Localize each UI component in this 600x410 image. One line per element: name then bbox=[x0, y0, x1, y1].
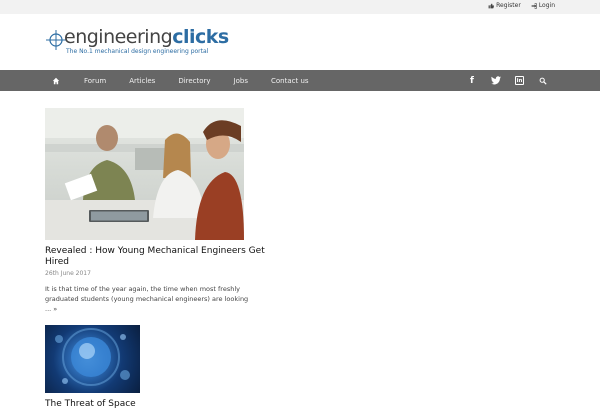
nav-item-articles[interactable]: Articles bbox=[129, 77, 155, 85]
home-icon bbox=[52, 77, 60, 84]
home-nav-button[interactable] bbox=[52, 77, 60, 85]
article-image[interactable] bbox=[45, 325, 140, 393]
nav-item-contact-us[interactable]: Contact us bbox=[271, 77, 309, 85]
social-links: f in bbox=[467, 70, 548, 91]
main-nav: Forum Articles Directory Jobs Contact us… bbox=[0, 70, 600, 91]
article-list: Revealed : How Young Mechanical Engineer… bbox=[45, 108, 265, 410]
site-header: engineeringclicks The No.1 mechanical de… bbox=[0, 14, 600, 70]
article-image[interactable] bbox=[45, 108, 244, 240]
facebook-icon[interactable]: f bbox=[467, 76, 477, 86]
logo-tagline: The No.1 mechanical design engineering p… bbox=[66, 48, 209, 55]
login-icon bbox=[531, 2, 537, 9]
nav-menu: Forum Articles Directory Jobs Contact us bbox=[52, 70, 332, 91]
search-icon[interactable] bbox=[538, 76, 548, 86]
twitter-icon[interactable] bbox=[491, 76, 501, 86]
article-excerpt-text: It is that time of the year again, the t… bbox=[45, 285, 249, 303]
article-title[interactable]: Revealed : How Young Mechanical Engineer… bbox=[45, 246, 265, 268]
site-logo[interactable]: engineeringclicks The No.1 mechanical de… bbox=[46, 26, 229, 62]
thumbs-up-icon bbox=[488, 3, 495, 8]
article-date: 26th June 2017 bbox=[45, 270, 91, 277]
logo-word-part1: engineering bbox=[64, 26, 173, 48]
logo-word-part2: clicks bbox=[172, 26, 229, 48]
nav-item-jobs[interactable]: Jobs bbox=[234, 77, 248, 85]
article-title[interactable]: The Threat of Space bbox=[45, 399, 265, 410]
linkedin-icon[interactable]: in bbox=[515, 76, 524, 85]
login-label: Login bbox=[538, 2, 555, 9]
login-link[interactable]: Login bbox=[531, 2, 555, 9]
article-excerpt: It is that time of the year again, the t… bbox=[45, 284, 250, 314]
logo-wordmark: engineeringclicks bbox=[64, 27, 229, 47]
account-links: Register Login bbox=[488, 2, 555, 9]
top-bar: Register Login bbox=[0, 0, 600, 14]
register-label: Register bbox=[496, 2, 521, 9]
read-more-link[interactable]: ... » bbox=[45, 305, 57, 313]
register-link[interactable]: Register bbox=[488, 2, 521, 9]
space-globe-image bbox=[55, 328, 130, 386]
office-meeting-photo bbox=[45, 108, 244, 240]
crosshair-logo-icon bbox=[46, 30, 66, 50]
nav-item-forum[interactable]: Forum bbox=[84, 77, 106, 85]
nav-item-directory[interactable]: Directory bbox=[178, 77, 210, 85]
